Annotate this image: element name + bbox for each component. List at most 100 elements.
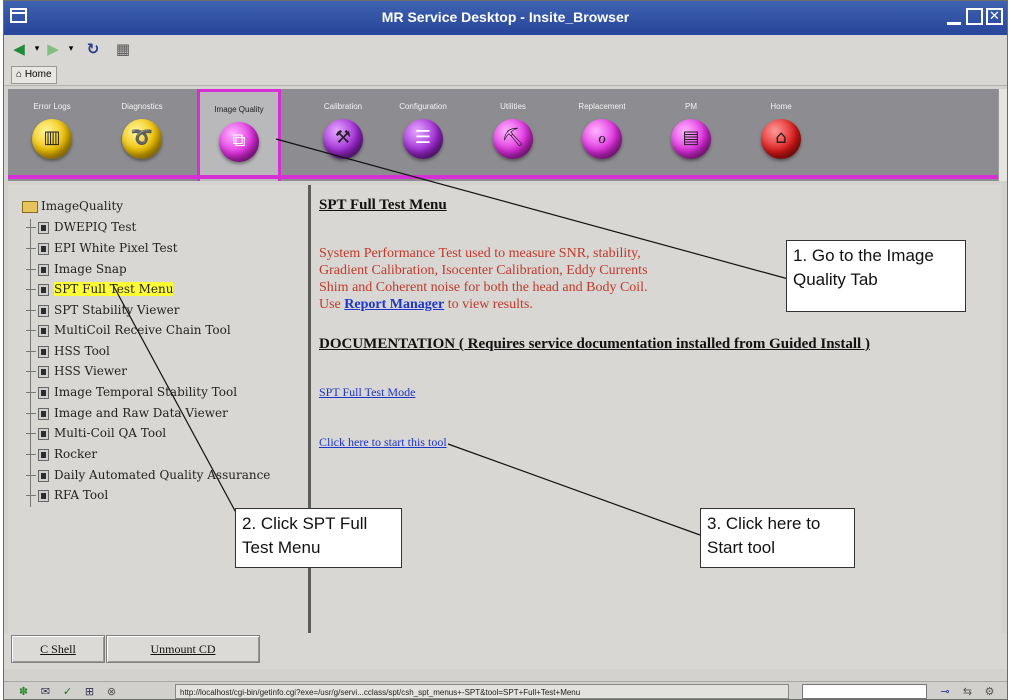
home-small-icon: ⌂ (16, 69, 23, 80)
window-title: MR Service Desktop - Insite_Browser (381, 9, 630, 25)
c-shell-label: C Shell (40, 642, 76, 656)
tree-item-label: SPT Stability Viewer (54, 303, 180, 317)
unmount-cd-button[interactable]: Unmount CD (106, 635, 260, 663)
home-link[interactable]: ⌂ Home (11, 66, 57, 84)
browser-window: MR Service Desktop - Insite_Browser ✕ ◀ … (3, 0, 1008, 700)
tree-item-dwepiq-test[interactable]: DWEPIQ Test (26, 217, 136, 237)
callout-click-spt-full-test-menu: 2. Click SPT Full Test Menu (235, 508, 402, 568)
tab-label: Home (770, 102, 792, 111)
tree-item-hss-viewer[interactable]: HSS Viewer (26, 361, 127, 381)
tab-diagnostics[interactable]: Diagnostics ➰ (102, 89, 182, 179)
tree-item-image-snap[interactable]: Image Snap (26, 259, 127, 279)
tree-item-label: SPT Full Test Menu (54, 282, 174, 296)
error-logs-icon: ▥ (32, 119, 72, 159)
close-button[interactable]: ✕ (986, 8, 1003, 25)
callout-go-to-image-quality-tab: 1. Go to the Image Quality Tab (786, 240, 966, 312)
tree-item-label: Image and Raw Data Viewer (54, 406, 228, 420)
tab-underline (8, 175, 998, 179)
tree-item-label: MultiCoil Receive Chain Tool (54, 323, 231, 337)
forward-dropdown-icon[interactable]: ▾ (62, 41, 80, 57)
settings-icon[interactable]: ⚙ (982, 685, 997, 698)
status-field[interactable] (802, 684, 927, 699)
tree-item-label: Rocker (54, 447, 98, 461)
tab-label: Image Quality (214, 105, 264, 114)
tab-image-quality[interactable]: Image Quality ⧉ (197, 89, 281, 181)
tab-utilities[interactable]: Utilities ⛏ (473, 89, 553, 179)
page-icon (38, 221, 49, 234)
folder-open-icon (22, 200, 38, 213)
tree-item-image-and-raw-data-viewer[interactable]: Image and Raw Data Viewer (26, 403, 228, 423)
description-line: Shim and Coherent noise for both the hea… (319, 280, 648, 295)
tab-label: Utilities (500, 102, 526, 111)
tree-item-daily-automated-quality-assurance[interactable]: Daily Automated Quality Assurance (26, 465, 270, 485)
tab-replacement[interactable]: Replacement ℴ (562, 89, 642, 179)
tab-label: Diagnostics (121, 102, 163, 111)
home-bar: ⌂ Home (4, 63, 1007, 86)
documentation-heading: DOCUMENTATION ( Requires service documen… (319, 336, 870, 352)
tab-label: Error Logs (33, 102, 71, 111)
tree-root-label: ImageQuality (41, 199, 124, 213)
utilities-icon: ⛏ (493, 119, 533, 159)
tree-item-label: EPI White Pixel Test (54, 241, 178, 255)
start-tool-link[interactable]: Click here to start this tool (319, 435, 447, 450)
tree-item-label: DWEPIQ Test (54, 220, 137, 234)
tree-item-spt-full-test-menu[interactable]: SPT Full Test Menu (26, 279, 174, 299)
calibration-icon: ⚒ (323, 119, 363, 159)
status-icon-3[interactable]: ✓ (60, 685, 75, 698)
status-icon-2[interactable]: ✉ (38, 685, 53, 698)
stethoscope-icon: ➰ (122, 119, 162, 159)
tab-error-logs[interactable]: Error Logs ▥ (12, 89, 92, 179)
tree-item-rocker[interactable]: Rocker (26, 444, 97, 464)
pm-icon: ▤ (671, 119, 711, 159)
page-icon (38, 324, 49, 337)
c-shell-button[interactable]: C Shell (11, 635, 105, 663)
browser-toolbar: ◀ ▾ ▶ ▾ ↻ ▦ (4, 35, 1007, 63)
page-icon (38, 345, 49, 358)
tab-home[interactable]: Home ⌂ (741, 89, 821, 179)
description-text: to view results. (447, 297, 533, 312)
description-text: Use (319, 297, 341, 312)
tree-item-multi-coil-qa-tool[interactable]: Multi-Coil QA Tool (26, 423, 166, 443)
tree-item-label: HSS Tool (54, 344, 110, 358)
tree-item-epi-white-pixel-test[interactable]: EPI White Pixel Test (26, 238, 178, 258)
maximize-button[interactable] (966, 8, 983, 25)
tab-configuration[interactable]: Configuration ☰ (383, 89, 463, 179)
tree-item-spt-stability-viewer[interactable]: SPT Stability Viewer (26, 300, 179, 320)
unmount-cd-label: Unmount CD (150, 642, 216, 656)
status-icon-1[interactable]: ✽ (16, 685, 31, 698)
security-icon[interactable]: ⊸ (934, 685, 956, 698)
tab-label: PM (685, 102, 697, 111)
forward-icon[interactable]: ▶ (44, 41, 62, 57)
tree-item-label: RFA Tool (54, 488, 109, 502)
tree-item-hss-tool[interactable]: HSS Tool (26, 341, 110, 361)
replacement-icon: ℴ (582, 119, 622, 159)
minimize-button[interactable] (947, 10, 961, 25)
print-icon[interactable]: ▦ (114, 41, 132, 57)
configuration-icon: ☰ (403, 119, 443, 159)
callout-click-start-tool: 3. Click here to Start tool (700, 508, 855, 568)
scrollbar[interactable] (998, 89, 1007, 181)
spt-full-test-mode-link[interactable]: SPT Full Test Mode (319, 385, 415, 400)
tree-item-image-temporal-stability-tool[interactable]: Image Temporal Stability Tool (26, 382, 237, 402)
report-manager-link[interactable]: Report Manager (344, 297, 444, 312)
tab-label: Configuration (399, 102, 447, 111)
tree-root[interactable]: ImageQuality (22, 199, 123, 213)
reload-icon[interactable]: ↻ (84, 41, 102, 57)
tree-item-multicoil-receive-chain-tool[interactable]: MultiCoil Receive Chain Tool (26, 320, 231, 340)
back-icon[interactable]: ◀ (10, 41, 28, 57)
tree-item-rfa-tool[interactable]: RFA Tool (26, 485, 108, 505)
status-url: http://localhost/cgi-bin/getinfo.cgi?exe… (175, 684, 789, 699)
page-icon (38, 242, 49, 255)
tab-pm[interactable]: PM ▤ (651, 89, 731, 179)
image-quality-icon: ⧉ (219, 122, 259, 162)
status-icon-4[interactable]: ⊞ (82, 685, 97, 698)
page-icon (38, 365, 49, 378)
network-icon[interactable]: ⇆ (960, 685, 975, 698)
description: System Performance Test used to measure … (319, 245, 759, 313)
tab-calibration[interactable]: Calibration ⚒ (303, 89, 383, 179)
status-bar: ✽ ✉ ✓ ⊞ ⊗ http://localhost/cgi-bin/getin… (4, 681, 1007, 699)
tab-label: Replacement (578, 102, 626, 111)
page-icon (38, 386, 49, 399)
status-icon-5[interactable]: ⊗ (104, 685, 119, 698)
title-bar: MR Service Desktop - Insite_Browser ✕ (4, 1, 1007, 35)
